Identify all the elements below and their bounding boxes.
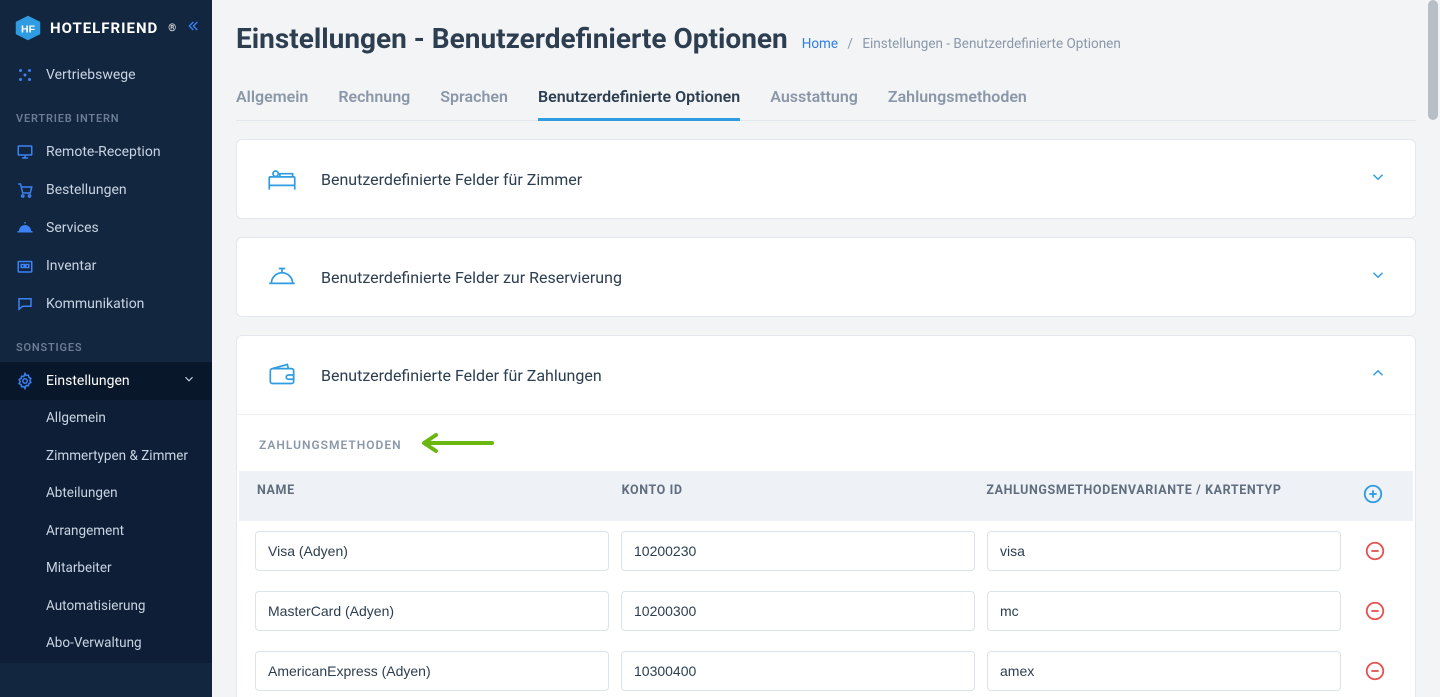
subnav-automatisierung[interactable]: Automatisierung xyxy=(0,588,212,626)
sidebar-item-kommunikation[interactable]: Kommunikation xyxy=(0,285,212,323)
chevron-down-icon xyxy=(1369,266,1387,288)
sidebar-item-label: Vertriebswege xyxy=(46,67,136,83)
panel-payments-toggle[interactable]: Benutzerdefinierte Felder für Zahlungen xyxy=(237,336,1415,414)
reception-icon xyxy=(16,143,34,161)
tab-allgemein[interactable]: Allgemein xyxy=(236,77,308,120)
chevron-down-icon xyxy=(182,372,196,390)
panel-rooms-title: Benutzerdefinierte Felder für Zimmer xyxy=(321,170,582,189)
scrollbar-thumb[interactable] xyxy=(1428,0,1438,120)
sidebar-item-label: Einstellungen xyxy=(46,373,130,389)
subnav-mitarbeiter[interactable]: Mitarbeiter xyxy=(0,550,212,588)
main-content: Einstellungen - Benutzerdefinierte Optio… xyxy=(212,0,1440,697)
wallet-icon xyxy=(265,358,299,392)
tab-sprachen[interactable]: Sprachen xyxy=(440,77,508,120)
payments-subheader: ZAHLUNGSMETHODEN xyxy=(259,438,402,452)
subnav-allgemein[interactable]: Allgemein xyxy=(0,400,212,438)
bell-icon xyxy=(265,260,299,294)
chevron-up-icon xyxy=(1369,364,1387,386)
remove-row-button[interactable] xyxy=(1364,540,1386,562)
chat-icon xyxy=(16,295,34,313)
sidebar-item-vertriebswege[interactable]: Vertriebswege xyxy=(0,56,212,94)
remove-row-button[interactable] xyxy=(1364,600,1386,622)
payment-variant-input[interactable] xyxy=(987,531,1341,571)
subnav-zimmertypen[interactable]: Zimmertypen & Zimmer xyxy=(0,438,212,476)
breadcrumb-home[interactable]: Home xyxy=(802,36,838,52)
payment-name-input[interactable] xyxy=(255,591,609,631)
sidebar-item-label: Kommunikation xyxy=(46,296,144,312)
bed-icon xyxy=(265,162,299,196)
sidebar-item-remote-reception[interactable]: Remote-Reception xyxy=(0,133,212,171)
brand-trademark: ® xyxy=(168,23,176,34)
breadcrumb-separator: / xyxy=(847,36,853,52)
inventory-icon xyxy=(16,257,34,275)
sidebar-item-label: Inventar xyxy=(46,258,96,274)
panel-reservation-toggle[interactable]: Benutzerdefinierte Felder zur Reservieru… xyxy=(237,238,1415,316)
panel-reservation-title: Benutzerdefinierte Felder zur Reservieru… xyxy=(321,268,622,287)
settings-subnav: Allgemein Zimmertypen & Zimmer Abteilung… xyxy=(0,400,212,663)
payments-table-header: NAME KONTO ID ZAHLUNGSMETHODENVARIANTE /… xyxy=(239,471,1413,521)
brand: HF HOTELFRIEND ® xyxy=(0,0,212,56)
sidebar-item-label: Services xyxy=(46,220,99,236)
sidebar-section-misc: SONSTIGES xyxy=(0,323,212,362)
payment-row xyxy=(237,581,1415,641)
sidebar-item-bestellungen[interactable]: Bestellungen xyxy=(0,171,212,209)
sidebar: HF HOTELFRIEND ® Vertriebswege VERTRIEB I… xyxy=(0,0,212,697)
payment-variant-input[interactable] xyxy=(987,591,1341,631)
sidebar-item-services[interactable]: Services xyxy=(0,209,212,247)
col-variant: ZAHLUNGSMETHODENVARIANTE / KARTENTYP xyxy=(986,483,1339,509)
panel-payments-title: Benutzerdefinierte Felder für Zahlungen xyxy=(321,366,602,385)
remove-row-button[interactable] xyxy=(1364,660,1386,682)
payment-variant-input[interactable] xyxy=(987,651,1341,691)
sidebar-section-internal: VERTRIEB INTERN xyxy=(0,94,212,133)
payment-account-input[interactable] xyxy=(621,531,975,571)
tabs: Allgemein Rechnung Sprachen Benutzerdefi… xyxy=(236,77,1416,121)
subnav-abteilungen[interactable]: Abteilungen xyxy=(0,475,212,513)
scrollbar-track[interactable] xyxy=(1426,0,1440,697)
gear-icon xyxy=(16,372,34,390)
panel-payments-body: ZAHLUNGSMETHODEN NAME KONTO ID ZAHLUNGSM… xyxy=(237,414,1415,697)
panel-payments: Benutzerdefinierte Felder für Zahlungen … xyxy=(236,335,1416,697)
subnav-abo-verwaltung[interactable]: Abo-Verwaltung xyxy=(0,625,212,663)
tab-ausstattung[interactable]: Ausstattung xyxy=(770,77,858,120)
chevron-down-icon xyxy=(1369,168,1387,190)
panel-reservation: Benutzerdefinierte Felder zur Reservieru… xyxy=(236,237,1416,317)
page-title: Einstellungen - Benutzerdefinierte Optio… xyxy=(236,22,788,55)
breadcrumb: Home / Einstellungen - Benutzerdefiniert… xyxy=(802,36,1121,52)
payment-name-input[interactable] xyxy=(255,651,609,691)
sidebar-item-inventar[interactable]: Inventar xyxy=(0,247,212,285)
panel-rooms-toggle[interactable]: Benutzerdefinierte Felder für Zimmer xyxy=(237,140,1415,218)
channels-icon xyxy=(16,66,34,84)
brand-logo-icon: HF xyxy=(14,14,42,42)
sidebar-item-label: Remote-Reception xyxy=(46,144,161,160)
payment-name-input[interactable] xyxy=(255,531,609,571)
payment-row xyxy=(237,641,1415,697)
payment-row xyxy=(237,521,1415,581)
col-account: KONTO ID xyxy=(622,483,975,509)
sidebar-item-label: Bestellungen xyxy=(46,182,127,198)
sidebar-item-einstellungen[interactable]: Einstellungen xyxy=(0,362,212,400)
add-payment-method-button[interactable] xyxy=(1362,483,1384,509)
tab-zahlungsmethoden[interactable]: Zahlungsmethoden xyxy=(888,77,1027,120)
breadcrumb-current: Einstellungen - Benutzerdefinierte Optio… xyxy=(862,36,1120,52)
payment-account-input[interactable] xyxy=(621,651,975,691)
col-name: NAME xyxy=(257,483,610,509)
payment-account-input[interactable] xyxy=(621,591,975,631)
annotation-arrow-icon xyxy=(416,431,496,459)
panel-rooms: Benutzerdefinierte Felder für Zimmer xyxy=(236,139,1416,219)
cloche-icon xyxy=(16,219,34,237)
collapse-sidebar-button[interactable] xyxy=(184,18,200,38)
subnav-arrangement[interactable]: Arrangement xyxy=(0,513,212,551)
cart-icon xyxy=(16,181,34,199)
tab-rechnung[interactable]: Rechnung xyxy=(338,77,410,120)
brand-name: HOTELFRIEND xyxy=(50,19,158,37)
svg-text:HF: HF xyxy=(21,23,36,35)
tab-benutzerdefinierte-optionen[interactable]: Benutzerdefinierte Optionen xyxy=(538,77,740,120)
